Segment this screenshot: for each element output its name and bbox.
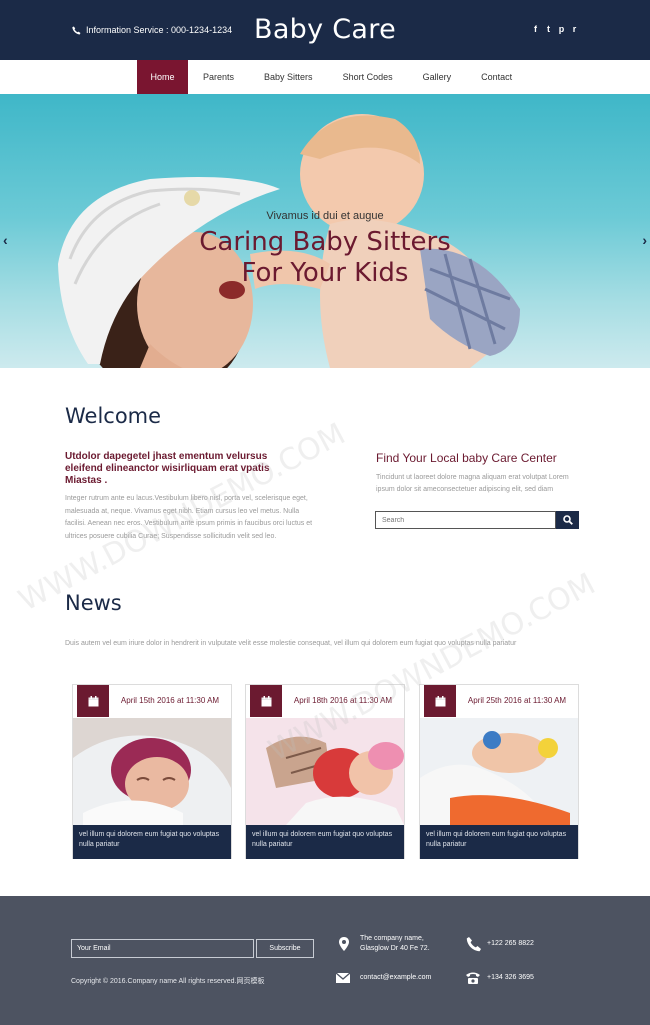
news-photo: [420, 718, 578, 825]
nav-item-short-codes[interactable]: Short Codes: [328, 60, 408, 94]
address: The company name, Glasglow Dr 40 Fe 72.: [360, 934, 430, 954]
news-caption: vel illum qui dolorem eum fugiat quo vol…: [73, 825, 231, 859]
facebook-icon[interactable]: f: [532, 24, 539, 34]
newsletter-email-input[interactable]: Your Email: [71, 939, 254, 958]
calendar-icon: [424, 685, 456, 717]
welcome-lead: Utdolor dapegetel jhast ementum velursus…: [65, 451, 270, 486]
calendar-icon: [250, 685, 282, 717]
nav-item-home[interactable]: Home: [137, 60, 188, 94]
search-icon: [562, 515, 573, 525]
rss-icon[interactable]: r: [571, 24, 578, 34]
address-line-1: The company name,: [360, 935, 424, 942]
calendar-icon: [77, 685, 109, 717]
mail-icon: [335, 972, 351, 983]
find-center-body: Tincidunt ut laoreet dolore magna aliqua…: [376, 474, 569, 493]
nav-item-contact[interactable]: Contact: [466, 60, 527, 94]
welcome-title: Welcome: [65, 404, 162, 428]
hero-slider: Vivamus id dui et augue Caring Baby Sitt…: [0, 94, 650, 368]
news-photo: [246, 718, 404, 825]
slider-prev-arrow-icon[interactable]: ‹: [3, 232, 8, 248]
find-center-title: Find Your Local baby Care Center: [376, 451, 557, 465]
phone-1: +122 265 8822: [487, 940, 534, 947]
news-date: April 25th 2016 at 11:30 AM: [467, 696, 567, 705]
news-date: April 15th 2016 at 11:30 AM: [120, 696, 220, 705]
news-title: News: [65, 591, 122, 615]
footer: Your Email Subscribe Copyright © 2016.Co…: [0, 896, 650, 1025]
search-input[interactable]: [375, 511, 556, 529]
nav-item-parents[interactable]: Parents: [188, 60, 249, 94]
search-button[interactable]: [556, 511, 579, 529]
hero-title-line-2: For Your Kids: [241, 258, 409, 288]
pinterest-icon[interactable]: p: [558, 24, 565, 34]
hero-title-line-1: Caring Baby Sitters: [199, 227, 451, 257]
slider-next-arrow-icon[interactable]: ›: [642, 232, 647, 248]
address-line-2: Glasglow Dr 40 Fe 72.: [360, 945, 430, 952]
location-icon: [339, 937, 349, 951]
copyright: Copyright © 2016.Company name All rights…: [71, 978, 265, 985]
hero-subtitle: Vivamus id dui et augue: [266, 210, 384, 222]
welcome-body: Integer rutrum ante eu lacus.Vestibulum …: [65, 495, 313, 540]
news-caption: vel illum qui dolorem eum fugiat quo vol…: [420, 825, 578, 859]
news-card[interactable]: April 25th 2016 at 11:30 AM vel illum qu…: [419, 684, 579, 859]
hero-title: Caring Baby Sitters For Your Kids: [0, 227, 650, 289]
news-photo: [73, 718, 231, 825]
news-date: April 18th 2016 at 11:30 AM: [293, 696, 393, 705]
phone-2: +134 326 3695: [487, 974, 534, 981]
telephone-icon: [466, 972, 480, 984]
social-links: f t p r: [532, 24, 578, 34]
news-intro: Duis autem vel eum iriure dolor in hendr…: [65, 640, 517, 647]
search-form: [375, 511, 579, 529]
nav-item-gallery[interactable]: Gallery: [408, 60, 467, 94]
news-card[interactable]: April 18th 2016 at 11:30 AM vel illum qu…: [245, 684, 405, 859]
twitter-icon[interactable]: t: [545, 24, 552, 34]
news-caption: vel illum qui dolorem eum fugiat quo vol…: [246, 825, 404, 859]
main-nav: Home Parents Baby Sitters Short Codes Ga…: [0, 60, 650, 94]
phone-icon: [466, 937, 481, 952]
subscribe-button[interactable]: Subscribe: [256, 939, 314, 958]
contact-email[interactable]: contact@example.com: [360, 973, 431, 983]
news-card[interactable]: April 15th 2016 at 11:30 AM vel illum qu…: [72, 684, 232, 859]
nav-item-baby-sitters[interactable]: Baby Sitters: [249, 60, 328, 94]
top-bar: Information Service : 000-1234-1234 Baby…: [0, 0, 650, 60]
